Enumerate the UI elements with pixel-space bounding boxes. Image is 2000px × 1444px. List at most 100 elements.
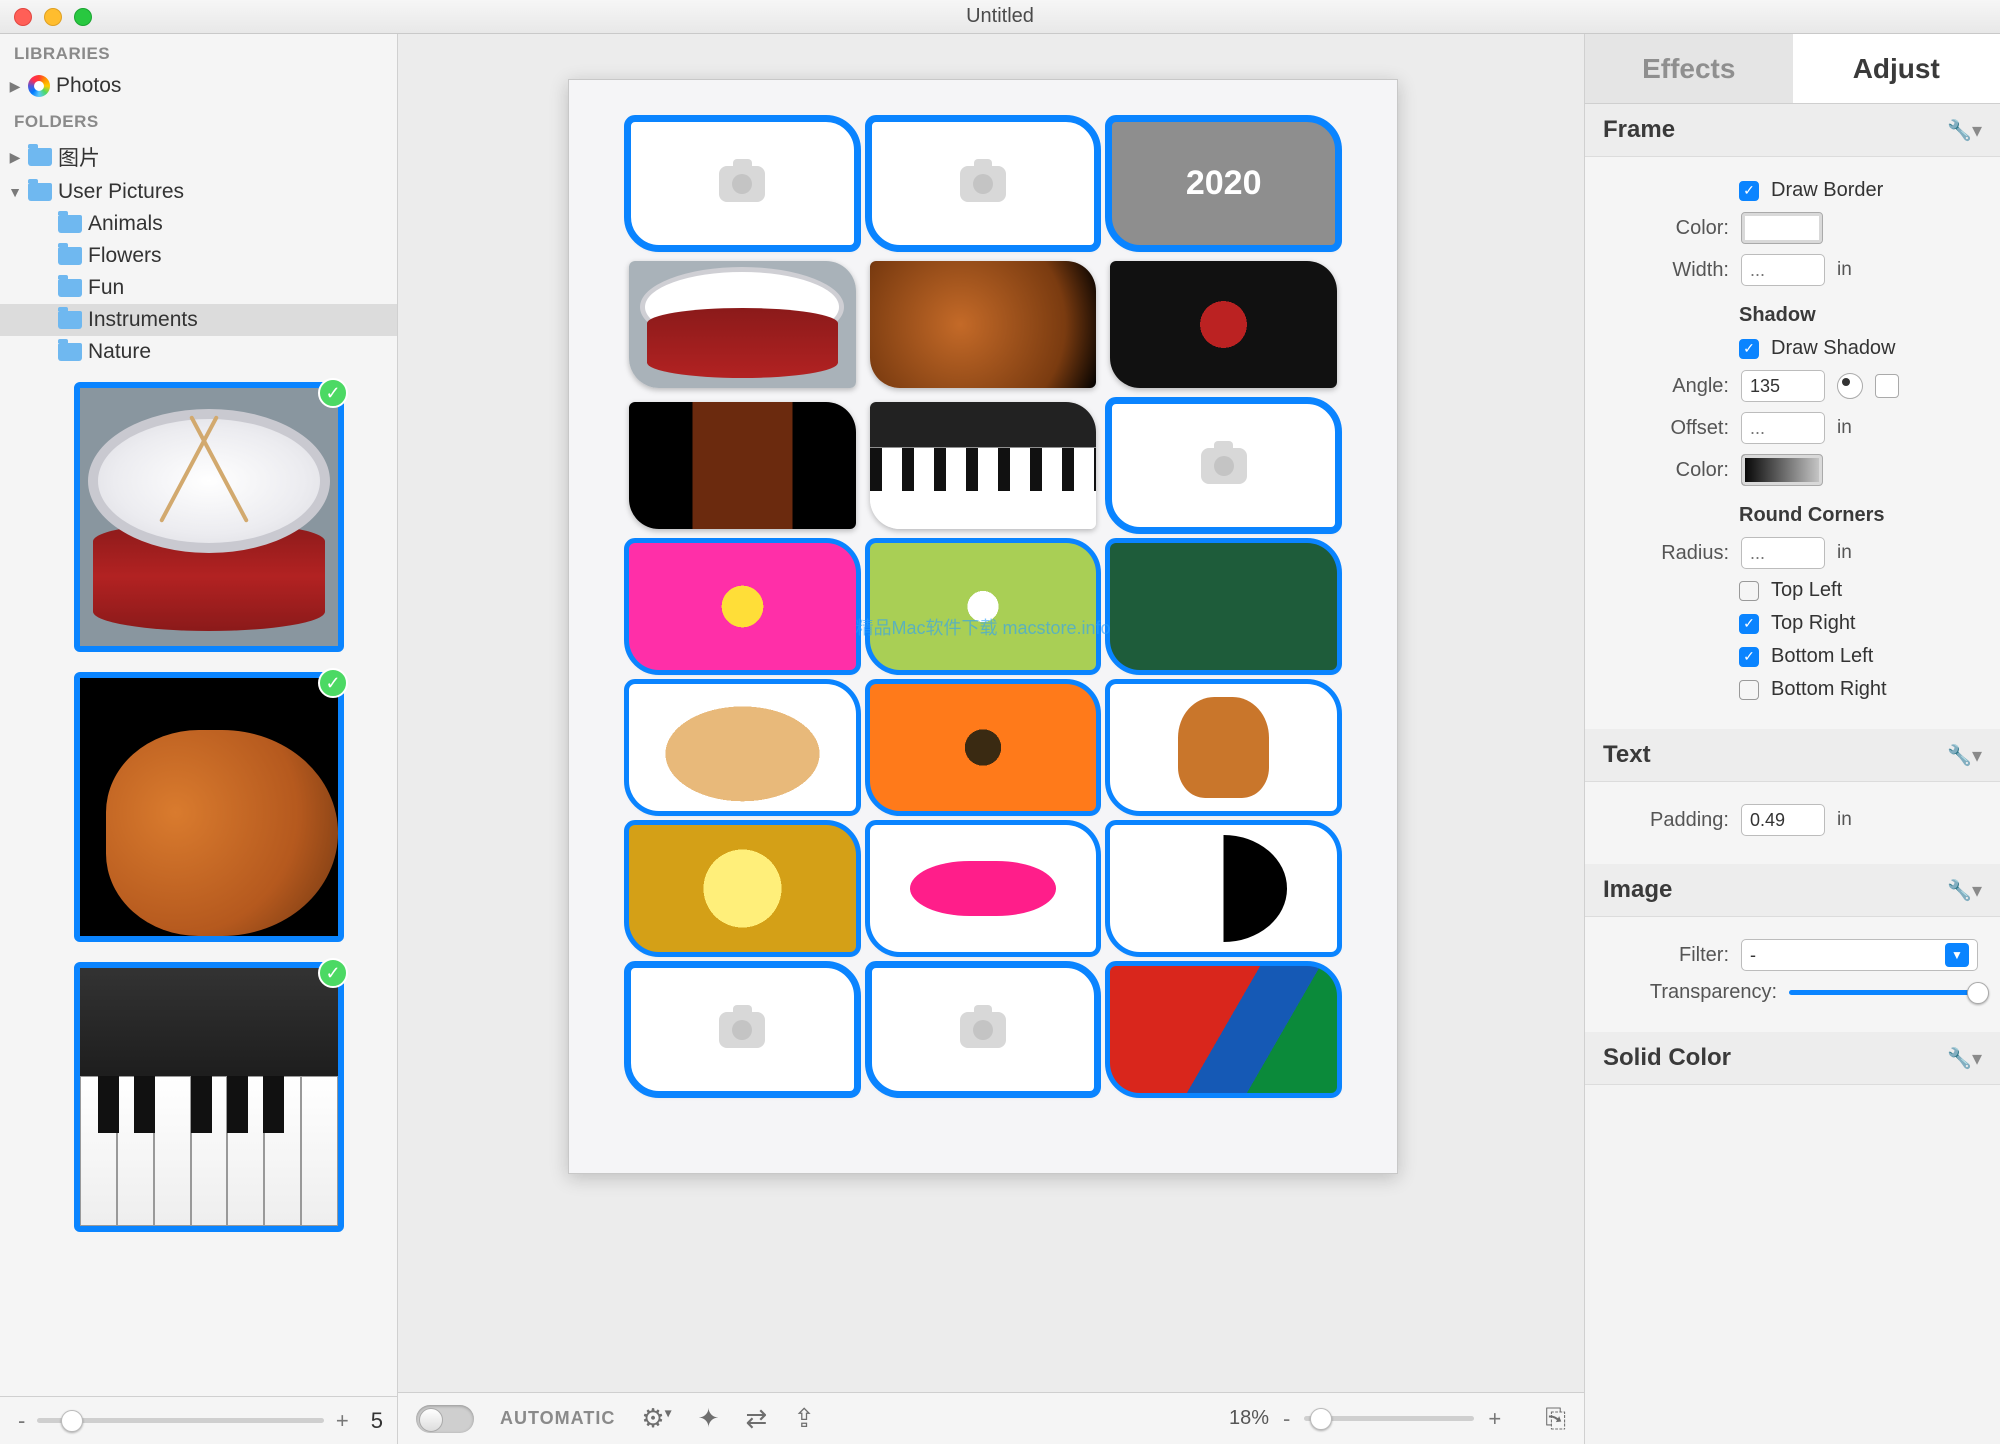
- folder-pictures-cn[interactable]: ▶ 图片: [0, 138, 397, 176]
- grid-cell[interactable]: [1110, 684, 1337, 811]
- thumb-piano[interactable]: ✓: [74, 962, 344, 1232]
- gear-icon[interactable]: 🔧▾: [1947, 743, 1982, 768]
- bottom-left-checkbox[interactable]: ✓: [1739, 647, 1759, 667]
- automatic-label: AUTOMATIC: [500, 1408, 615, 1429]
- shuffle-icon[interactable]: ⇄: [745, 1403, 767, 1434]
- close-icon[interactable]: [14, 8, 32, 26]
- filter-select[interactable]: -▼: [1741, 939, 1978, 971]
- zoom-in-button[interactable]: +: [1484, 1406, 1505, 1432]
- cell-image: [1110, 825, 1337, 952]
- text-panel-header[interactable]: Text 🔧▾: [1585, 729, 2000, 782]
- angle-reset-button[interactable]: [1875, 374, 1899, 398]
- zoom-out-button[interactable]: -: [14, 1408, 29, 1434]
- grid-cell[interactable]: [629, 966, 856, 1093]
- grid-cell[interactable]: [629, 543, 856, 670]
- tab-effects[interactable]: Effects: [1585, 34, 1793, 103]
- folder-nature[interactable]: Nature: [0, 336, 397, 368]
- thumb-size-slider[interactable]: [37, 1418, 324, 1423]
- folder-icon: [28, 183, 52, 201]
- grid-cell[interactable]: [870, 684, 1097, 811]
- folder-animals[interactable]: Animals: [0, 208, 397, 240]
- share-icon[interactable]: ⇪: [793, 1403, 815, 1434]
- disclosure-icon[interactable]: ▼: [8, 184, 22, 200]
- grid-cell[interactable]: [870, 543, 1097, 670]
- library-photos[interactable]: ▶ Photos: [0, 70, 397, 102]
- folder-icon: [58, 247, 82, 265]
- radius-field[interactable]: [1741, 537, 1825, 569]
- width-field[interactable]: [1741, 254, 1825, 286]
- gear-icon[interactable]: 🔧▾: [1947, 1046, 1982, 1071]
- grid-cell[interactable]: [1110, 402, 1337, 529]
- camera-icon: [960, 1012, 1006, 1048]
- folder-flowers[interactable]: Flowers: [0, 240, 397, 272]
- folder-label: Fun: [88, 276, 124, 300]
- top-right-label: Top Right: [1771, 612, 1856, 635]
- draw-border-label: Draw Border: [1771, 179, 1883, 202]
- grid-cell[interactable]: [629, 402, 856, 529]
- transparency-slider[interactable]: [1789, 990, 1978, 995]
- shadow-color-swatch[interactable]: [1741, 454, 1823, 486]
- shadow-color-label: Color:: [1607, 459, 1729, 482]
- grid-cell[interactable]: [629, 261, 856, 388]
- bottom-right-checkbox[interactable]: [1739, 680, 1759, 700]
- window-title: Untitled: [966, 5, 1034, 28]
- gear-icon[interactable]: 🔧▾: [1947, 878, 1982, 903]
- inspector: Effects Adjust Frame 🔧▾ ✓ Draw Border Co…: [1584, 34, 2000, 1444]
- page[interactable]: 2020 精品Mac软件下载 macstore.info: [568, 79, 1398, 1174]
- grid-cell[interactable]: [1110, 825, 1337, 952]
- image-panel-header[interactable]: Image 🔧▾: [1585, 864, 2000, 917]
- offset-field[interactable]: [1741, 412, 1825, 444]
- zoom-value: 18%: [1229, 1407, 1269, 1430]
- thumb-guitar[interactable]: ✓: [74, 672, 344, 942]
- grid-cell[interactable]: [870, 120, 1097, 247]
- thumb-drum[interactable]: ✓: [74, 382, 344, 652]
- solid-color-panel-header[interactable]: Solid Color 🔧▾: [1585, 1032, 2000, 1085]
- bottom-left-label: Bottom Left: [1771, 645, 1873, 668]
- padding-field[interactable]: 0.49: [1741, 804, 1825, 836]
- zoom-slider[interactable]: [1304, 1416, 1474, 1421]
- tab-adjust[interactable]: Adjust: [1793, 34, 2000, 103]
- top-left-checkbox[interactable]: [1739, 581, 1759, 601]
- disclosure-icon[interactable]: ▶: [8, 149, 22, 166]
- folder-instruments[interactable]: Instruments: [0, 304, 397, 336]
- grid-cell[interactable]: [629, 120, 856, 247]
- draw-border-checkbox[interactable]: ✓: [1739, 181, 1759, 201]
- transparency-label: Transparency:: [1607, 981, 1777, 1004]
- folder-label: Instruments: [88, 308, 198, 332]
- zoom-in-button[interactable]: +: [332, 1408, 353, 1434]
- grid-cell[interactable]: [870, 825, 1097, 952]
- grid-cell[interactable]: [1110, 543, 1337, 670]
- camera-icon: [1201, 448, 1247, 484]
- angle-dial[interactable]: [1837, 373, 1863, 399]
- grid-cell[interactable]: 2020: [1110, 120, 1337, 247]
- grid-cell[interactable]: [1110, 261, 1337, 388]
- folder-user-pictures[interactable]: ▼ User Pictures: [0, 176, 397, 208]
- exit-icon[interactable]: ⎘: [1545, 1403, 1566, 1435]
- folder-icon: [58, 279, 82, 297]
- folder-fun[interactable]: Fun: [0, 272, 397, 304]
- grid-cell[interactable]: [870, 261, 1097, 388]
- grid-cell[interactable]: [870, 966, 1097, 1093]
- grid-cell[interactable]: [1110, 966, 1337, 1093]
- zoom-out-button[interactable]: -: [1279, 1406, 1294, 1432]
- gear-icon[interactable]: 🔧▾: [1947, 118, 1982, 143]
- folder-icon: [58, 311, 82, 329]
- wand-icon[interactable]: ✦: [698, 1403, 720, 1434]
- grid-cell[interactable]: [629, 825, 856, 952]
- border-color-swatch[interactable]: [1741, 212, 1823, 244]
- angle-field[interactable]: 135: [1741, 370, 1825, 402]
- disclosure-icon[interactable]: ▶: [8, 78, 22, 95]
- top-right-checkbox[interactable]: ✓: [1739, 614, 1759, 634]
- grid-cell[interactable]: [629, 684, 856, 811]
- draw-shadow-checkbox[interactable]: ✓: [1739, 339, 1759, 359]
- frame-panel-header[interactable]: Frame 🔧▾: [1585, 104, 2000, 157]
- grid-cell[interactable]: [870, 402, 1097, 529]
- minimize-icon[interactable]: [44, 8, 62, 26]
- automatic-toggle[interactable]: [416, 1405, 474, 1433]
- radius-label: Radius:: [1607, 542, 1729, 565]
- maximize-icon[interactable]: [74, 8, 92, 26]
- camera-icon: [719, 166, 765, 202]
- gear-icon[interactable]: ⚙︎▾: [641, 1403, 671, 1434]
- draw-shadow-label: Draw Shadow: [1771, 337, 1896, 360]
- image-panel: Filter:-▼ Transparency:: [1585, 917, 2000, 1032]
